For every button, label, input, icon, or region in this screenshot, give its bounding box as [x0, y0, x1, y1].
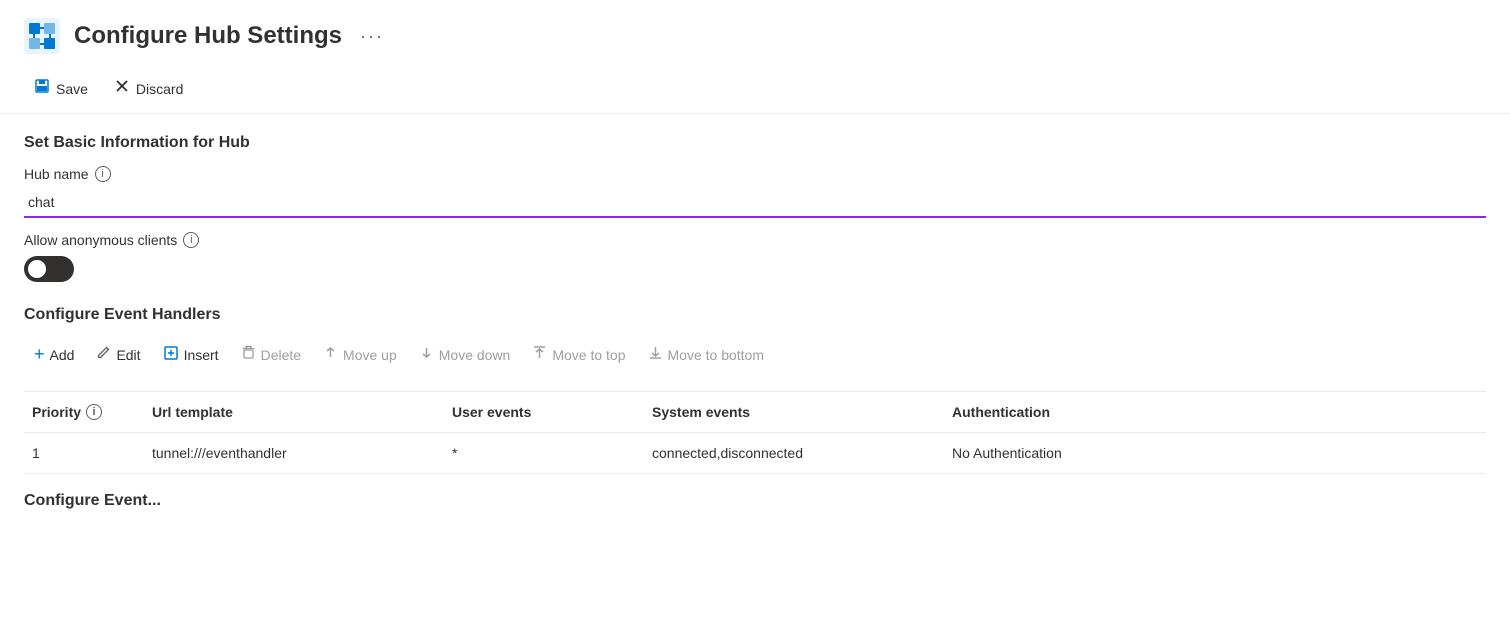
basic-info-section: Set Basic Information for Hub Hub name i… — [24, 134, 1486, 282]
event-handlers-section: Configure Event Handlers + Add Edit — [24, 306, 1486, 474]
configure-more-title: Configure Event... — [24, 492, 1486, 510]
anonymous-info-icon[interactable]: i — [183, 232, 199, 248]
move-down-button[interactable]: Move down — [409, 339, 521, 370]
event-handler-toolbar: + Add Edit Ins — [24, 338, 1486, 379]
priority-info-icon[interactable]: i — [86, 404, 102, 420]
delete-icon — [241, 345, 256, 364]
save-button[interactable]: Save — [24, 72, 98, 105]
col-url-template: Url template — [144, 400, 444, 424]
col-user-events: User events — [444, 400, 644, 424]
hub-name-input[interactable] — [24, 188, 1486, 218]
move-to-top-button[interactable]: Move to top — [522, 339, 635, 370]
move-to-top-icon — [532, 345, 547, 364]
insert-button[interactable]: Insert — [153, 339, 229, 371]
row-system-events: connected,disconnected — [644, 439, 944, 467]
move-down-icon — [419, 345, 434, 364]
move-to-bottom-icon — [648, 345, 663, 364]
col-priority: Priority i — [24, 400, 144, 424]
hub-name-info-icon[interactable]: i — [95, 166, 111, 182]
col-system-events: System events — [644, 400, 944, 424]
basic-info-title: Set Basic Information for Hub — [24, 134, 1486, 152]
discard-button[interactable]: Discard — [104, 72, 193, 105]
row-priority: 1 — [24, 439, 144, 467]
app-icon — [24, 18, 60, 54]
save-icon — [34, 78, 50, 99]
row-url-template: tunnel:///eventhandler — [144, 439, 444, 467]
more-options-button[interactable]: ··· — [360, 26, 384, 47]
edit-icon — [96, 345, 111, 364]
row-authentication: No Authentication — [944, 439, 1204, 467]
page-header: Configure Hub Settings ··· — [0, 0, 1510, 64]
row-user-events: * — [444, 439, 644, 467]
edit-button[interactable]: Edit — [86, 339, 150, 370]
discard-icon — [114, 78, 130, 99]
table-row[interactable]: 1 tunnel:///eventhandler * connected,dis… — [24, 433, 1486, 474]
add-button[interactable]: + Add — [24, 338, 84, 371]
delete-button[interactable]: Delete — [231, 339, 311, 370]
toggle-knob — [28, 260, 46, 278]
hub-name-label: Hub name i — [24, 166, 1486, 182]
page-title: Configure Hub Settings — [74, 22, 342, 50]
discard-label: Discard — [136, 81, 183, 97]
event-handlers-title: Configure Event Handlers — [24, 306, 1486, 324]
anonymous-toggle[interactable] — [24, 256, 74, 282]
insert-icon — [163, 345, 179, 365]
table-header: Priority i Url template User events Syst… — [24, 392, 1486, 433]
move-up-icon — [323, 345, 338, 364]
add-icon: + — [34, 344, 45, 365]
move-up-button[interactable]: Move up — [313, 339, 407, 370]
col-authentication: Authentication — [944, 400, 1204, 424]
anonymous-clients-label: Allow anonymous clients i — [24, 232, 1486, 248]
main-toolbar: Save Discard — [0, 64, 1510, 114]
move-to-bottom-button[interactable]: Move to bottom — [638, 339, 775, 370]
event-handlers-table: Priority i Url template User events Syst… — [24, 391, 1486, 474]
anonymous-toggle-container — [24, 256, 1486, 282]
save-label: Save — [56, 81, 88, 97]
main-content: Set Basic Information for Hub Hub name i… — [0, 114, 1510, 530]
